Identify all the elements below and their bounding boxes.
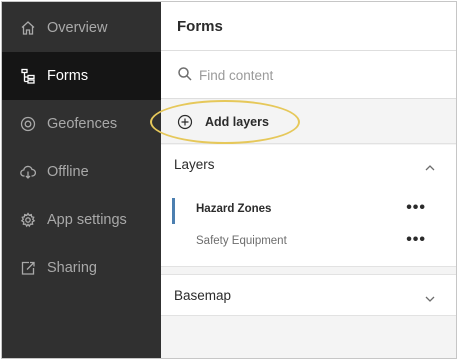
add-layers-row: Add layers [161, 99, 456, 144]
add-layers-button[interactable]: Add layers [177, 111, 269, 133]
more-options-icon[interactable]: ••• [406, 199, 426, 217]
search-input[interactable] [199, 63, 439, 87]
share-icon [19, 259, 37, 277]
home-icon [19, 19, 37, 37]
sidebar: Overview Forms Geofences Offline App set… [2, 2, 161, 358]
sidebar-item-app-settings[interactable]: App settings [2, 196, 161, 244]
search-icon [177, 66, 193, 82]
basemap-section[interactable]: Basemap [161, 274, 456, 316]
search-bar [161, 51, 456, 99]
layer-item-safety-equipment[interactable]: Safety Equipment ••• [161, 226, 456, 258]
selected-indicator [172, 198, 175, 224]
sidebar-item-label: Forms [47, 68, 89, 84]
sidebar-item-label: Overview [47, 20, 108, 36]
layers-section: Layers Hazard Zones ••• Safety Equipment… [161, 145, 456, 267]
panel-header: Forms [161, 2, 456, 51]
chevron-up-icon [424, 160, 436, 171]
page-title: Forms [177, 18, 223, 35]
forms-icon [19, 67, 37, 85]
sidebar-item-label: App settings [47, 212, 127, 228]
sidebar-item-sharing[interactable]: Sharing [2, 244, 161, 292]
add-layers-label: Add layers [205, 115, 269, 129]
plus-circle-icon [177, 114, 193, 130]
geofence-icon [19, 115, 37, 133]
sidebar-item-geofences[interactable]: Geofences [2, 100, 161, 148]
layers-header[interactable]: Layers [161, 145, 456, 185]
sidebar-item-label: Offline [47, 164, 89, 180]
basemap-title: Basemap [174, 288, 232, 303]
sidebar-item-label: Sharing [47, 260, 97, 276]
app-window: Overview Forms Geofences Offline App set… [1, 1, 457, 359]
more-options-icon[interactable]: ••• [406, 231, 426, 249]
offline-icon [19, 163, 37, 181]
main-panel: Forms Add layers [150, 2, 456, 358]
sidebar-item-forms[interactable]: Forms [2, 52, 161, 100]
sidebar-item-label: Geofences [47, 116, 118, 132]
layer-name: Hazard Zones [196, 203, 272, 215]
sidebar-item-offline[interactable]: Offline [2, 148, 161, 196]
layer-item-hazard-zones[interactable]: Hazard Zones ••• [161, 194, 456, 226]
sidebar-item-overview[interactable]: Overview [2, 4, 161, 52]
gear-icon [19, 211, 37, 229]
chevron-down-icon [424, 291, 436, 302]
layer-name: Safety Equipment [196, 235, 287, 247]
layers-title: Layers [174, 157, 215, 172]
